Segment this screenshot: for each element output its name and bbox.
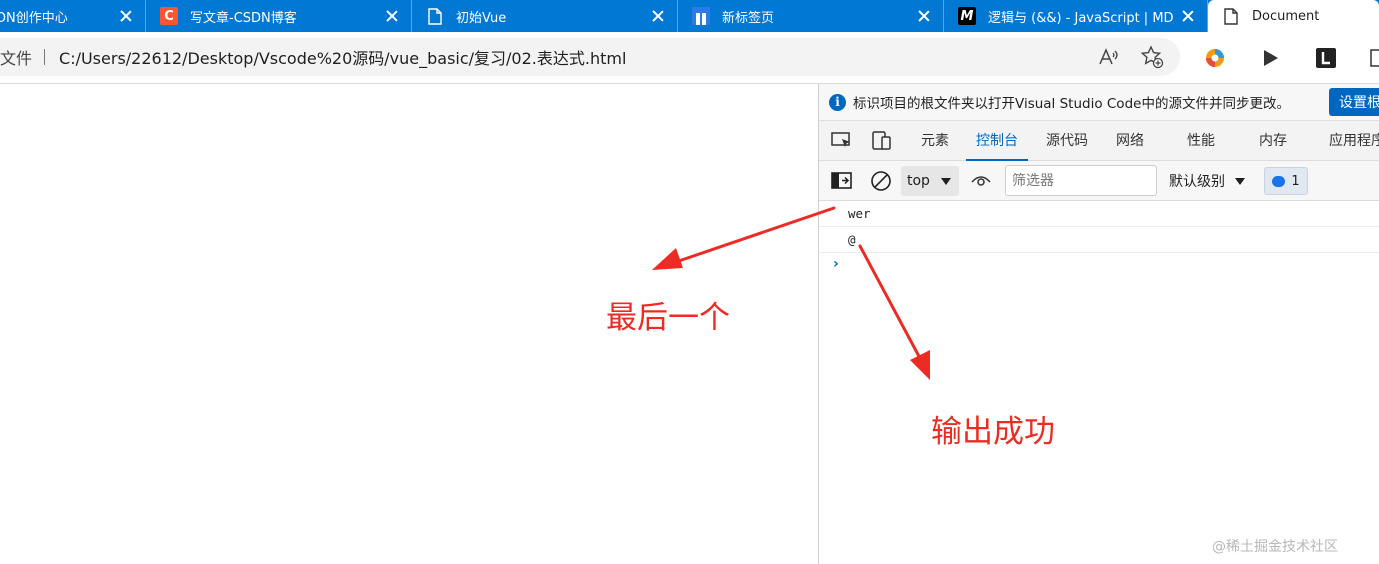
annotation-label-last: 最后一个	[606, 300, 730, 336]
address-divider	[44, 49, 46, 65]
device-emulation-icon[interactable]	[870, 131, 892, 151]
url-text[interactable]: C:/Users/22612/Desktop/Vscode%20源码/vue_b…	[59, 45, 626, 69]
close-icon[interactable]	[1181, 9, 1195, 23]
console-output: wer @ ›	[819, 201, 1379, 275]
address-bar[interactable]: 文件 C:/Users/22612/Desktop/Vscode%20源码/vu…	[0, 38, 1180, 76]
tab-application[interactable]: 应用程序	[1329, 121, 1379, 161]
clear-console-icon[interactable]	[870, 170, 892, 191]
more-icon[interactable]	[1367, 46, 1379, 70]
document-icon	[1222, 7, 1240, 25]
csdn-c-icon: C	[160, 7, 178, 25]
console-message: wer	[819, 201, 1379, 227]
tab-csdn-creator[interactable]: DN创作中心	[0, 0, 146, 32]
tab-memory[interactable]: 内存	[1259, 121, 1287, 161]
tab-title: 新标签页	[722, 10, 775, 26]
message-count: 1	[1291, 173, 1300, 189]
devtools-panel: i 标识项目的根文件夹以打开Visual Studio Code中的源文件并同步…	[818, 84, 1379, 564]
mdn-icon: M	[958, 7, 976, 25]
tab-elements[interactable]: 元素	[921, 121, 949, 161]
workspace-infobar: i 标识项目的根文件夹以打开Visual Studio Code中的源文件并同步…	[819, 84, 1379, 121]
context-value: top	[907, 173, 930, 189]
leetcode-extension-icon[interactable]	[1314, 46, 1338, 70]
browser-toolbar: 文件 C:/Users/22612/Desktop/Vscode%20源码/vu…	[0, 32, 1379, 84]
info-icon: i	[829, 93, 846, 111]
message-count-badge[interactable]: 1	[1264, 167, 1308, 195]
console-message-text: @	[848, 232, 856, 247]
tab-csdn-write[interactable]: C 写文章-CSDN博客	[146, 0, 412, 32]
tab-new-tab[interactable]: 新标签页	[678, 0, 944, 32]
close-icon[interactable]	[385, 9, 399, 23]
inspect-element-icon[interactable]	[831, 131, 853, 151]
tab-performance[interactable]: 性能	[1187, 121, 1215, 161]
play-icon[interactable]	[1258, 46, 1282, 70]
tab-title: DN创作中心	[0, 10, 68, 26]
tab-console[interactable]: 控制台	[966, 121, 1028, 161]
watermark: @稀土掘金技术社区	[1212, 539, 1338, 555]
devtools-tab-bar: 元素 控制台 源代码 网络 性能 内存 应用程序	[819, 121, 1379, 161]
read-aloud-icon[interactable]	[1096, 45, 1120, 69]
tab-mdn[interactable]: M 逻辑与 (&&) - JavaScript | MDN	[944, 0, 1208, 32]
tab-title: 初始Vue	[456, 10, 507, 26]
tab-document[interactable]: Document	[1208, 0, 1379, 32]
log-level-dropdown[interactable]: 默认级别	[1169, 161, 1245, 201]
annotation-arrow-left	[652, 206, 836, 270]
console-prompt[interactable]: ›	[819, 253, 1379, 275]
document-icon	[426, 7, 444, 25]
set-root-button[interactable]: 设置根	[1329, 88, 1379, 116]
console-message: @	[819, 227, 1379, 253]
close-icon[interactable]	[651, 9, 665, 23]
tab-vue[interactable]: 初始Vue	[412, 0, 678, 32]
favorite-star-icon[interactable]	[1140, 45, 1164, 69]
extension-color-icon[interactable]	[1203, 46, 1227, 70]
tab-title: 写文章-CSDN博客	[190, 10, 297, 26]
console-toolbar: top 默认级别 1	[819, 161, 1379, 201]
context-selector[interactable]: top	[901, 166, 959, 196]
tab-sources[interactable]: 源代码	[1046, 121, 1088, 161]
url-scheme-label: 文件	[0, 49, 33, 68]
chevron-down-icon	[941, 178, 951, 185]
message-bubble-icon	[1272, 175, 1286, 187]
tab-title: Document	[1252, 8, 1320, 24]
new-tab-icon	[692, 7, 710, 25]
console-filter-input[interactable]	[1005, 165, 1157, 196]
console-message-text: wer	[848, 206, 871, 221]
prompt-chevron-icon: ›	[833, 256, 839, 272]
chevron-down-icon	[1235, 177, 1245, 185]
close-icon[interactable]	[119, 9, 133, 23]
browser-tab-strip: DN创作中心 C 写文章-CSDN博客 初始Vue 新标签页 M 逻辑与 (&&…	[0, 0, 1379, 32]
close-icon[interactable]	[917, 9, 931, 23]
annotation-label-success: 输出成功	[931, 414, 1055, 450]
infobar-message: 标识项目的根文件夹以打开Visual Studio Code中的源文件并同步更改…	[853, 96, 1290, 112]
tab-title: 逻辑与 (&&) - JavaScript | MDN	[988, 10, 1173, 26]
sidebar-toggle-icon[interactable]	[831, 172, 853, 192]
live-expression-eye-icon[interactable]	[970, 172, 992, 192]
tab-network[interactable]: 网络	[1116, 121, 1144, 161]
log-level-value: 默认级别	[1169, 174, 1225, 190]
